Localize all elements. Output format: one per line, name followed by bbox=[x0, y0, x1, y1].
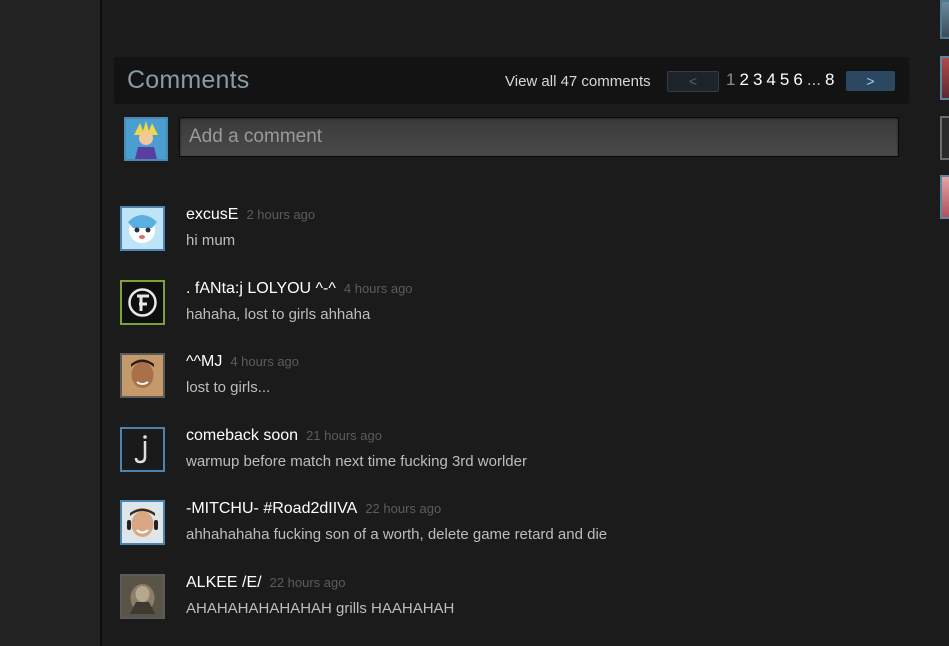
comments-title: Comments bbox=[127, 66, 250, 94]
comment-text: hi mum bbox=[186, 232, 236, 249]
page-6[interactable]: 6 bbox=[793, 70, 802, 89]
comment-item: ALKEE /E/22 hours ago AHAHAHAHAHAHAH gri… bbox=[120, 574, 900, 622]
comment-avatar[interactable] bbox=[120, 206, 165, 251]
comments-header: Comments View all 47 comments < 1 2 3 4 5 6..… bbox=[114, 57, 909, 104]
comment-timestamp: 2 hours ago bbox=[246, 207, 316, 222]
current-user-avatar[interactable] bbox=[124, 117, 168, 161]
comment-avatar[interactable] bbox=[120, 500, 165, 545]
comment-item: excusE 2 hours ago hi mum bbox=[120, 206, 900, 254]
comment-author[interactable]: -MITCHU- #Road2dIIVA 22 hours ago bbox=[186, 500, 441, 518]
comment-author[interactable]: . fANta:j LOLYOU ^-^ 4 hours ago bbox=[186, 280, 413, 298]
pager-prev-button[interactable]: < bbox=[667, 71, 719, 92]
view-all-comments-link[interactable]: View all 47 comments bbox=[505, 73, 651, 90]
page-1[interactable]: 1 bbox=[726, 70, 735, 89]
comment-item: ^^MJ 4 hours ago lost to girls... bbox=[120, 353, 900, 401]
page-5[interactable]: 5 bbox=[780, 70, 789, 89]
comment-avatar[interactable] bbox=[120, 280, 165, 325]
comment-timestamp: 21 hours ago bbox=[306, 428, 382, 443]
comment-avatar[interactable] bbox=[120, 574, 165, 619]
page-3[interactable]: 3 bbox=[753, 70, 762, 89]
comment-text: lost to girls... bbox=[186, 379, 271, 396]
page-4[interactable]: 4 bbox=[766, 70, 775, 89]
add-comment-input[interactable] bbox=[179, 117, 899, 157]
comment-author[interactable]: ^^MJ 4 hours ago bbox=[186, 353, 299, 371]
comment-author[interactable]: excusE 2 hours ago bbox=[186, 206, 315, 224]
page-2[interactable]: 2 bbox=[739, 70, 748, 89]
comment-text: AHAHAHAHAHAHAH grills HAAHAHAH bbox=[186, 600, 455, 617]
comment-avatar[interactable] bbox=[120, 353, 165, 398]
comment-author[interactable]: ALKEE /E/22 hours ago bbox=[186, 574, 346, 592]
side-thumbnail[interactable] bbox=[940, 116, 949, 160]
comment-timestamp: 4 hours ago bbox=[343, 281, 413, 296]
side-thumbnail[interactable] bbox=[940, 0, 949, 39]
comment-timestamp: 22 hours ago bbox=[269, 575, 346, 590]
comment-text: hahaha, lost to girls ahhaha bbox=[186, 306, 371, 323]
side-thumbnail[interactable] bbox=[940, 175, 949, 219]
comment-text: warmup before match next time fucking 3r… bbox=[186, 453, 527, 470]
left-divider bbox=[100, 0, 102, 646]
page-ellipsis: ... bbox=[806, 70, 821, 89]
comment-avatar[interactable] bbox=[120, 427, 165, 472]
comment-item: comeback soon 21 hours ago warmup before … bbox=[120, 427, 900, 475]
comment-author[interactable]: comeback soon 21 hours ago bbox=[186, 427, 382, 445]
comment-timestamp: 4 hours ago bbox=[230, 354, 300, 369]
left-sidebar bbox=[0, 0, 100, 646]
comment-text: ahhahahaha fucking son of a worth, delet… bbox=[186, 526, 608, 543]
comment-item: . fANta:j LOLYOU ^-^ 4 hours ago hahaha, … bbox=[120, 280, 900, 328]
pager-next-button[interactable]: > bbox=[846, 71, 895, 91]
side-thumbnail[interactable] bbox=[940, 56, 949, 100]
pager-pages: 1 2 3 4 5 6... 8 bbox=[726, 70, 838, 90]
page-8[interactable]: 8 bbox=[825, 70, 834, 89]
comment-item: -MITCHU- #Road2dIIVA 22 hours ago ahhahah… bbox=[120, 500, 900, 548]
comment-timestamp: 22 hours ago bbox=[365, 501, 442, 516]
